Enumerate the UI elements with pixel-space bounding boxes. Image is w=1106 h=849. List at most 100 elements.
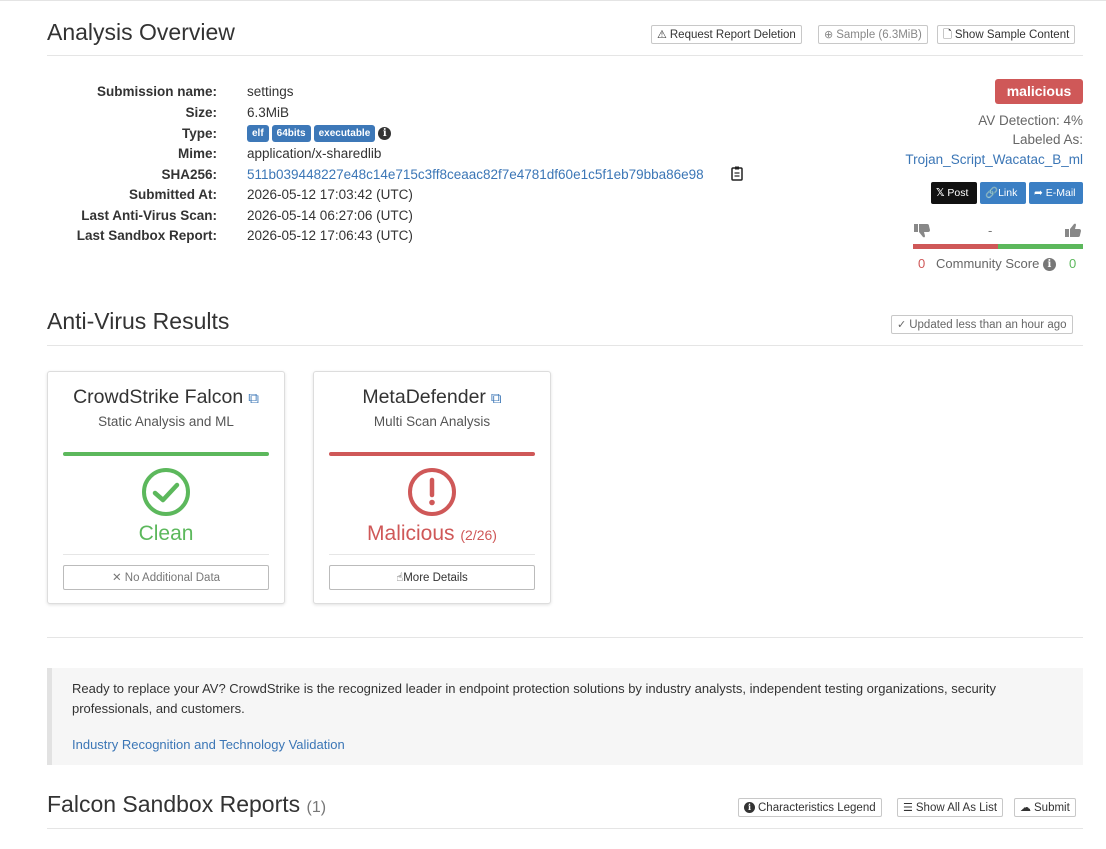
av-detection-text: AV Detection: 4% xyxy=(978,113,1083,128)
copy-clipboard-icon[interactable] xyxy=(731,166,744,181)
updated-status-button[interactable]: ✓ Updated less than an hour ago xyxy=(891,315,1073,334)
close-icon: ✕ xyxy=(111,572,122,584)
share-email-button[interactable]: ➦ E-Mail xyxy=(1029,182,1083,204)
community-score-label: Community Score i xyxy=(936,256,1056,272)
characteristics-legend-label: Characteristics Legend xyxy=(758,802,876,814)
overview-divider xyxy=(47,55,1083,56)
thumbs-up-icon[interactable] xyxy=(1065,223,1082,238)
av-card-metadefender: MetaDefender ⧉ Multi Scan Analysis Malici… xyxy=(313,371,551,604)
type-tag: executable xyxy=(313,125,376,142)
sandbox-divider xyxy=(47,828,1083,829)
top-border xyxy=(0,0,1106,1)
av-divider xyxy=(47,345,1083,346)
labeled-as-text: Labeled As: xyxy=(1012,132,1083,147)
submit-label: Submit xyxy=(1034,802,1070,814)
last-av-scan-label: Last Anti-Virus Scan: xyxy=(81,208,217,223)
av-vendor-name: CrowdStrike Falcon xyxy=(73,386,244,408)
thumbs-down-icon[interactable] xyxy=(914,223,931,238)
external-link-icon[interactable]: ⧉ xyxy=(491,390,502,407)
file-icon: 🗋 xyxy=(943,29,952,41)
info-icon[interactable]: i xyxy=(1042,258,1056,272)
last-sandbox-report-value: 2026-05-12 17:06:43 (UTC) xyxy=(247,228,413,243)
last-av-scan-value: 2026-05-14 06:27:06 (UTC) xyxy=(247,208,413,223)
community-down-bar xyxy=(913,244,998,249)
share-x-post-label: Post xyxy=(947,187,969,199)
community-down-count: 0 xyxy=(918,256,926,271)
show-sample-content-label: Show Sample Content xyxy=(954,29,1070,41)
mime-label: Mime: xyxy=(177,146,217,161)
exclamation-circle-icon xyxy=(407,467,457,517)
share-link-button[interactable]: 🔗Link xyxy=(980,182,1026,204)
mime-value: application/x-sharedlib xyxy=(247,146,382,161)
av-card-subtitle: Static Analysis and ML xyxy=(98,414,234,429)
av-result-detail: (2/26) xyxy=(460,527,497,543)
av-card-subtitle: Multi Scan Analysis xyxy=(373,414,491,429)
analysis-overview-title: Analysis Overview xyxy=(47,19,235,45)
anti-virus-results-title: Anti-Virus Results xyxy=(47,308,230,334)
community-score-dash: - xyxy=(988,223,993,238)
submission-name-label: Submission name: xyxy=(96,84,217,99)
request-report-deletion-button[interactable]: ⚠ Request Report Deletion xyxy=(651,25,802,44)
external-link-icon[interactable]: ⧉ xyxy=(248,390,259,407)
no-additional-data-button[interactable]: ✕ No Additional Data xyxy=(63,565,269,590)
warning-icon: ⚠ xyxy=(657,29,667,41)
falcon-sandbox-reports-title: Falcon Sandbox Reports (1) xyxy=(47,791,326,818)
av-card-separator xyxy=(329,554,535,555)
community-up-bar xyxy=(998,244,1083,249)
size-value: 6.3MiB xyxy=(247,105,290,120)
crowdstrike-callout: Ready to replace your AV? CrowdStrike is… xyxy=(47,668,1083,765)
list-icon: ☰ xyxy=(903,802,913,814)
callout-divider xyxy=(47,637,1083,638)
av-card-title: CrowdStrike Falcon ⧉ xyxy=(48,386,284,409)
more-details-button[interactable]: ☝More Details xyxy=(329,565,535,590)
community-up-count: 0 xyxy=(1069,256,1077,271)
download-sample-button[interactable]: ⊕ Sample (6.3MiB) xyxy=(818,25,928,44)
threat-label-link[interactable]: Trojan_Script_Wacatac_B_ml xyxy=(905,152,1083,167)
updated-status-label: Updated less than an hour ago xyxy=(909,319,1067,331)
share-x-post-button[interactable]: 𝕏 Post xyxy=(931,182,977,204)
av-card-crowdstrike: CrowdStrike Falcon ⧉ Static Analysis and … xyxy=(47,371,285,604)
submit-button[interactable]: ☁ Submit xyxy=(1014,798,1076,817)
check-icon: ✓ xyxy=(897,319,907,331)
last-sandbox-report-label: Last Sandbox Report: xyxy=(76,228,217,243)
more-details-label: More Details xyxy=(403,572,468,584)
av-status-bar xyxy=(63,452,269,456)
av-result-text: Clean xyxy=(138,522,194,545)
av-vendor-name: MetaDefender xyxy=(362,386,486,408)
callout-text: Ready to replace your AV? CrowdStrike is… xyxy=(72,681,997,716)
x-logo-icon: 𝕏 xyxy=(936,187,945,199)
download-icon: ⊕ xyxy=(824,29,834,41)
submitted-at-value: 2026-05-12 17:03:42 (UTC) xyxy=(247,187,413,202)
request-report-deletion-label: Request Report Deletion xyxy=(669,29,796,41)
share-arrow-icon: ➦ xyxy=(1034,187,1043,199)
share-email-label: E-Mail xyxy=(1045,187,1076,199)
info-icon: i xyxy=(744,802,755,814)
av-result: Malicious (2/26) xyxy=(314,522,550,546)
type-label: Type: xyxy=(181,126,217,141)
type-tag: 64bits xyxy=(271,125,311,142)
av-result-text: Malicious xyxy=(367,522,455,545)
sha256-link[interactable]: 511b039448227e48c14e715c3ff8ceaac82f7e47… xyxy=(247,167,704,182)
cloud-upload-icon: ☁ xyxy=(1020,802,1031,814)
type-tags: elf 64bits executable i xyxy=(247,125,392,142)
sandbox-title-text: Falcon Sandbox Reports xyxy=(47,791,301,817)
community-score-text: Community Score xyxy=(936,256,1040,271)
info-icon[interactable]: i xyxy=(378,127,392,140)
share-link-label: Link xyxy=(998,187,1018,199)
show-sample-content-button[interactable]: 🗋 Show Sample Content xyxy=(937,25,1076,44)
verdict-badge: malicious xyxy=(995,79,1083,104)
av-card-title: MetaDefender ⧉ xyxy=(314,386,550,409)
size-label: Size: xyxy=(185,105,217,120)
no-additional-data-label: No Additional Data xyxy=(124,572,221,584)
type-tag: elf xyxy=(247,125,269,142)
check-circle-icon xyxy=(141,467,191,517)
submission-name-value: settings xyxy=(247,84,294,99)
characteristics-legend-button[interactable]: i Characteristics Legend xyxy=(738,798,882,817)
av-card-separator xyxy=(63,554,269,555)
link-icon: 🔗 xyxy=(985,187,999,199)
sandbox-report-count: (1) xyxy=(306,799,327,816)
download-sample-label: Sample (6.3MiB) xyxy=(836,29,922,41)
industry-recognition-link[interactable]: Industry Recognition and Technology Vali… xyxy=(72,737,345,752)
show-all-as-list-label: Show All As List xyxy=(915,802,998,814)
show-all-as-list-button[interactable]: ☰ Show All As List xyxy=(897,798,1004,817)
